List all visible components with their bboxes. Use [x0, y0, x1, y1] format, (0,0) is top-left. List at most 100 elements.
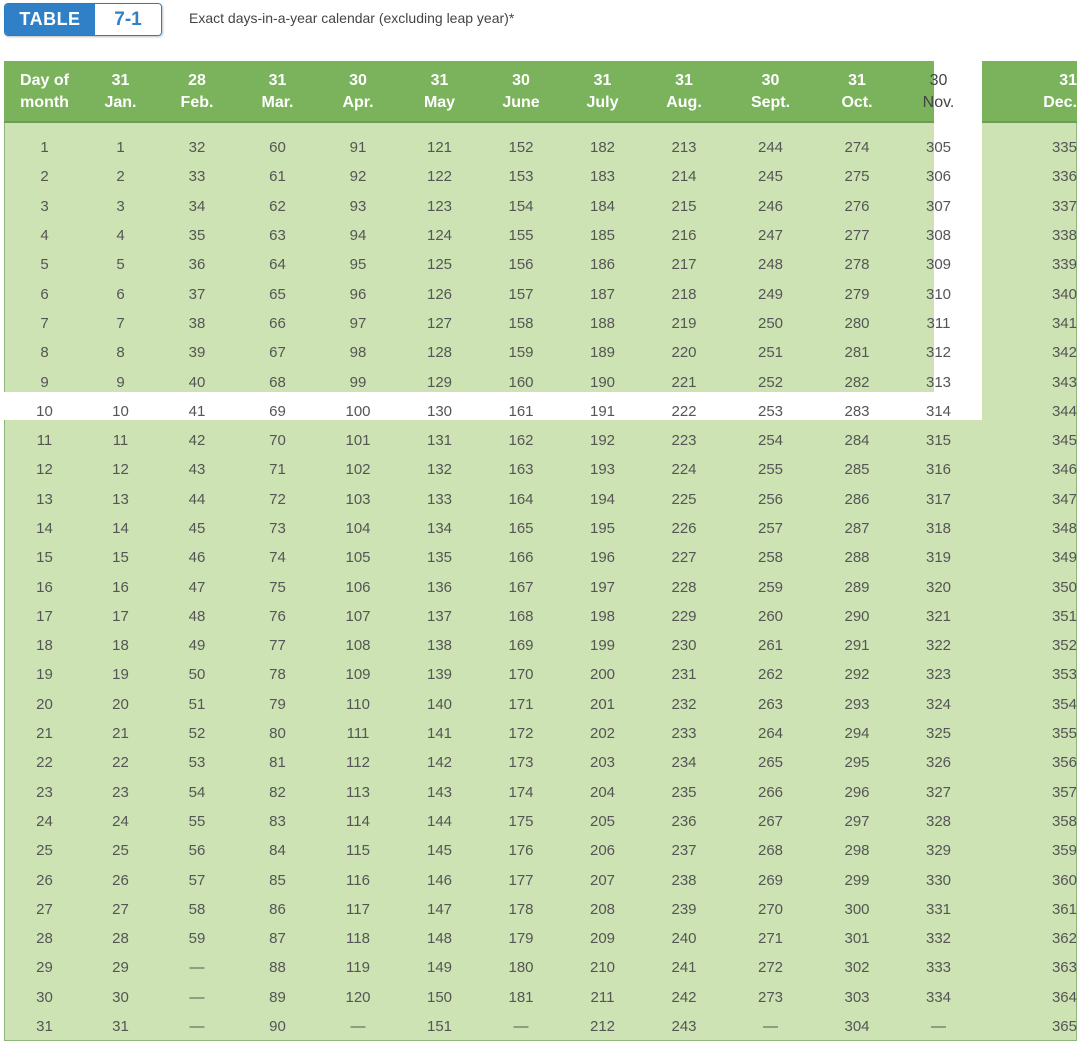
day-number-cell: 3 — [116, 197, 125, 215]
day-number-cell: 159 — [508, 344, 534, 362]
day-number-cell: 284 — [844, 432, 870, 450]
day-number-cell: 103 — [345, 490, 371, 508]
header-line-2: month — [20, 94, 69, 111]
day-number-cell: 278 — [844, 256, 870, 274]
day-of-month-cell: 5 — [40, 256, 49, 274]
day-number-cell: 59 — [188, 930, 206, 948]
day-number-cell: 12 — [112, 461, 129, 479]
day-number-cell: — — [189, 988, 205, 1006]
day-number-cell: 27 — [112, 900, 129, 918]
day-number-cell: 32 — [188, 139, 206, 157]
day-number-cell: 301 — [844, 930, 870, 948]
day-number-cell: 125 — [426, 256, 453, 274]
day-number-cell: 333 — [925, 959, 952, 977]
month-name: Aug. — [666, 94, 702, 111]
day-number-cell: 226 — [671, 520, 697, 537]
day-number-cell: 142 — [426, 754, 453, 772]
table-row: 7 7 38 66 97 127 158 188 219 250 280 311 341 — [4, 309, 1077, 338]
day-number-cell: 65 — [269, 285, 286, 303]
day-number-cell: 214 — [671, 168, 697, 186]
day-number-cell: 155 — [508, 227, 534, 245]
day-number-cell: 311 — [926, 314, 951, 332]
day-number-cell: 205 — [589, 812, 616, 830]
day-number-cell: 272 — [757, 959, 784, 977]
month-days: 30 — [929, 72, 948, 89]
day-number-cell: 276 — [844, 197, 870, 215]
day-number-cell: 339 — [1051, 256, 1077, 274]
day-number-cell: 70 — [269, 432, 286, 450]
day-number-cell: 78 — [269, 666, 286, 684]
day-number-cell: 192 — [589, 432, 616, 450]
month-name: May — [423, 94, 456, 111]
day-number-cell: 317 — [925, 490, 952, 508]
day-number-cell: 253 — [757, 402, 784, 420]
day-number-cell: 348 — [1051, 520, 1077, 537]
day-number-cell: 28 — [112, 930, 129, 948]
day-number-cell: 216 — [671, 227, 697, 245]
badge-number: 7-1 — [95, 4, 161, 35]
header-month-dec: 31 Dec. — [979, 61, 1077, 123]
table-row: 31 31 — 90 — 151 — 212 243 — 304 — 365 — [4, 1012, 1077, 1041]
day-number-cell: 291 — [844, 637, 870, 655]
month-days: 31 — [848, 72, 866, 89]
day-number-cell: 345 — [1051, 432, 1077, 450]
day-number-cell: 112 — [346, 754, 370, 772]
day-number-cell: 200 — [589, 666, 616, 684]
day-number-cell: 235 — [671, 783, 697, 801]
month-days: 30 — [349, 72, 367, 89]
day-number-cell: 148 — [426, 930, 453, 948]
day-number-cell: 126 — [426, 285, 453, 303]
table-row: 27 27 58 86 117 147 178 208 239 270 300 331 361 — [4, 895, 1077, 924]
day-number-cell: 242 — [671, 988, 697, 1006]
header-month-july: 31 July — [562, 61, 643, 123]
day-of-month-cell: 19 — [36, 666, 53, 684]
day-number-cell: 267 — [757, 812, 784, 830]
day-of-month-cell: 3 — [40, 197, 49, 215]
day-number-cell: 244 — [757, 139, 784, 157]
day-number-cell: 138 — [426, 637, 453, 655]
day-number-cell: 119 — [346, 959, 370, 977]
table-row: 9 9 40 68 99 129 160 190 221 252 282 313 343 — [4, 367, 1077, 396]
month-name: Dec. — [1043, 94, 1077, 111]
day-number-cell: 134 — [426, 520, 453, 537]
day-number-cell: 323 — [925, 666, 952, 684]
table-row: 15 15 46 74 105 135 166 196 227 258 288 319 349 — [4, 543, 1077, 572]
day-number-cell: 280 — [844, 314, 870, 332]
day-number-cell: 35 — [188, 227, 206, 245]
day-number-cell: 352 — [1051, 637, 1077, 655]
table-row: 1 1 32 60 91 121 152 182 213 244 274 305 335 — [4, 123, 1077, 162]
day-number-cell: 6 — [116, 285, 125, 303]
day-number-cell: 316 — [925, 461, 952, 479]
day-number-cell: 309 — [925, 256, 952, 274]
day-number-cell: 344 — [1051, 402, 1077, 420]
day-number-cell: 172 — [508, 725, 534, 743]
day-number-cell: 282 — [844, 373, 870, 391]
day-number-cell: 100 — [345, 402, 371, 420]
day-number-cell: 324 — [925, 695, 952, 713]
day-number-cell: 247 — [757, 227, 784, 245]
day-number-cell: 21 — [112, 725, 129, 743]
header-month-may: 31 May — [399, 61, 480, 123]
day-number-cell: 290 — [844, 607, 870, 625]
day-number-cell: 105 — [345, 549, 371, 567]
table-row: 14 14 45 73 104 134 165 195 226 257 287 318 348 — [4, 514, 1077, 543]
day-number-cell: — — [763, 1018, 778, 1036]
day-number-cell: 66 — [269, 314, 286, 332]
month-name: Sept. — [750, 94, 791, 111]
day-number-cell: 111 — [346, 725, 370, 743]
day-number-cell: 22 — [112, 754, 129, 772]
day-number-cell: 358 — [1051, 812, 1077, 830]
month-days: 30 — [512, 72, 530, 89]
month-days: 28 — [188, 72, 206, 89]
day-number-cell: 166 — [508, 549, 534, 567]
table-row: 23 23 54 82 113 143 174 204 235 266 296 327 357 — [4, 778, 1077, 807]
day-number-cell: 185 — [589, 227, 616, 245]
day-number-cell: 113 — [346, 783, 370, 801]
day-number-cell: 326 — [925, 754, 952, 772]
day-of-month-cell: 4 — [40, 227, 49, 245]
day-number-cell: 355 — [1051, 725, 1077, 743]
day-number-cell: 160 — [508, 373, 534, 391]
day-number-cell: 273 — [757, 988, 784, 1006]
day-number-cell: 82 — [269, 783, 286, 801]
day-number-cell: 275 — [844, 168, 870, 186]
